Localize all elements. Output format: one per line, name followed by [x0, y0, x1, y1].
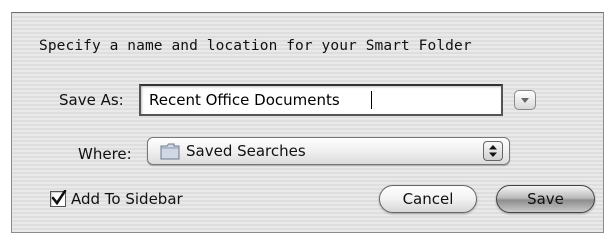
save-as-label: Save As: [59, 91, 124, 109]
triangle-down-icon [521, 97, 529, 103]
where-selected-value: Saved Searches [186, 142, 306, 160]
cancel-button[interactable]: Cancel [379, 185, 477, 213]
updown-arrows-icon [489, 145, 497, 157]
add-to-sidebar-label: Add To Sidebar [71, 190, 183, 208]
expand-disclosure-button[interactable] [514, 90, 536, 110]
dialog-prompt: Specify a name and location for your Sma… [39, 38, 472, 54]
checkmark-icon [51, 190, 67, 206]
save-button[interactable]: Save [496, 185, 595, 213]
text-cursor [371, 91, 372, 109]
where-popup[interactable]: Saved Searches [147, 137, 510, 165]
where-label: Where: [78, 145, 132, 163]
popup-arrows [483, 141, 503, 161]
save-smart-folder-sheet: Specify a name and location for your Sma… [11, 12, 604, 233]
add-to-sidebar-checkbox[interactable] [50, 190, 67, 207]
folder-icon [160, 143, 180, 160]
save-as-field[interactable] [139, 84, 503, 116]
